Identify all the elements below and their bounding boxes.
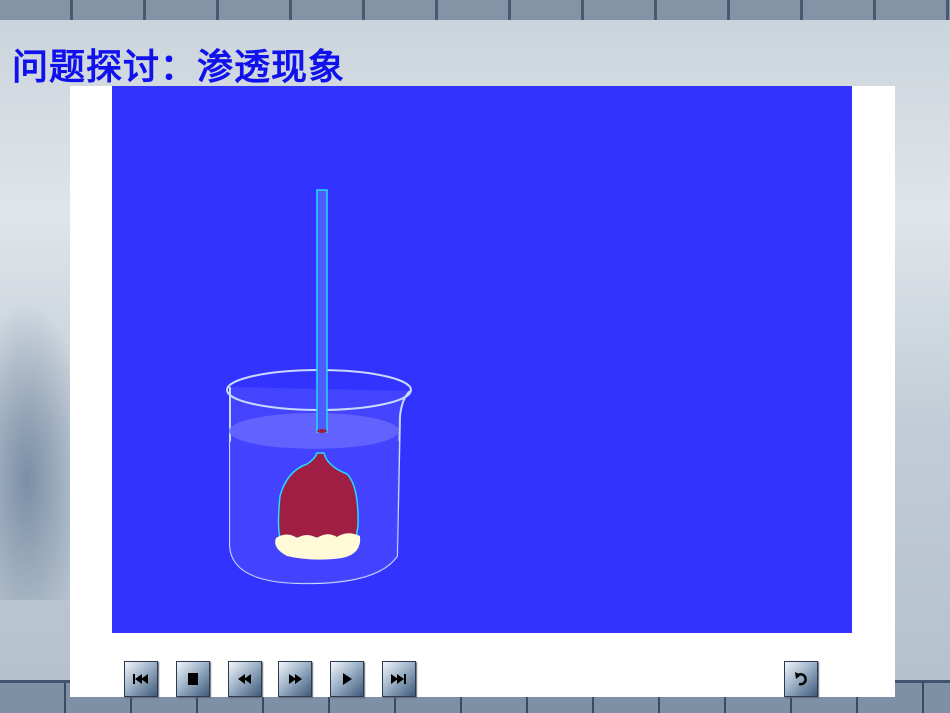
- replay-icon: [795, 672, 807, 686]
- glass-tube: [316, 189, 328, 433]
- water-surface: [229, 413, 399, 449]
- top-border-decoration: [0, 0, 950, 20]
- stop-icon: [188, 673, 198, 685]
- replay-button[interactable]: [784, 661, 818, 697]
- play-button[interactable]: [330, 661, 364, 697]
- osmosis-illustration: [226, 189, 412, 585]
- rewind-button[interactable]: [228, 661, 262, 697]
- rewind-icon: [238, 674, 251, 684]
- rewind-to-start-button[interactable]: [124, 661, 158, 697]
- fast-forward-button[interactable]: [278, 661, 312, 697]
- skip-back-icon: [133, 674, 148, 684]
- play-icon: [343, 673, 352, 685]
- fast-forward-icon: [289, 674, 302, 684]
- animation-player: [70, 86, 895, 697]
- slide-title: 问题探讨：渗透现象: [12, 46, 346, 88]
- skip-to-end-button[interactable]: [382, 661, 416, 697]
- stop-button[interactable]: [176, 661, 210, 697]
- skip-forward-icon: [391, 674, 406, 684]
- animation-stage: [112, 86, 852, 633]
